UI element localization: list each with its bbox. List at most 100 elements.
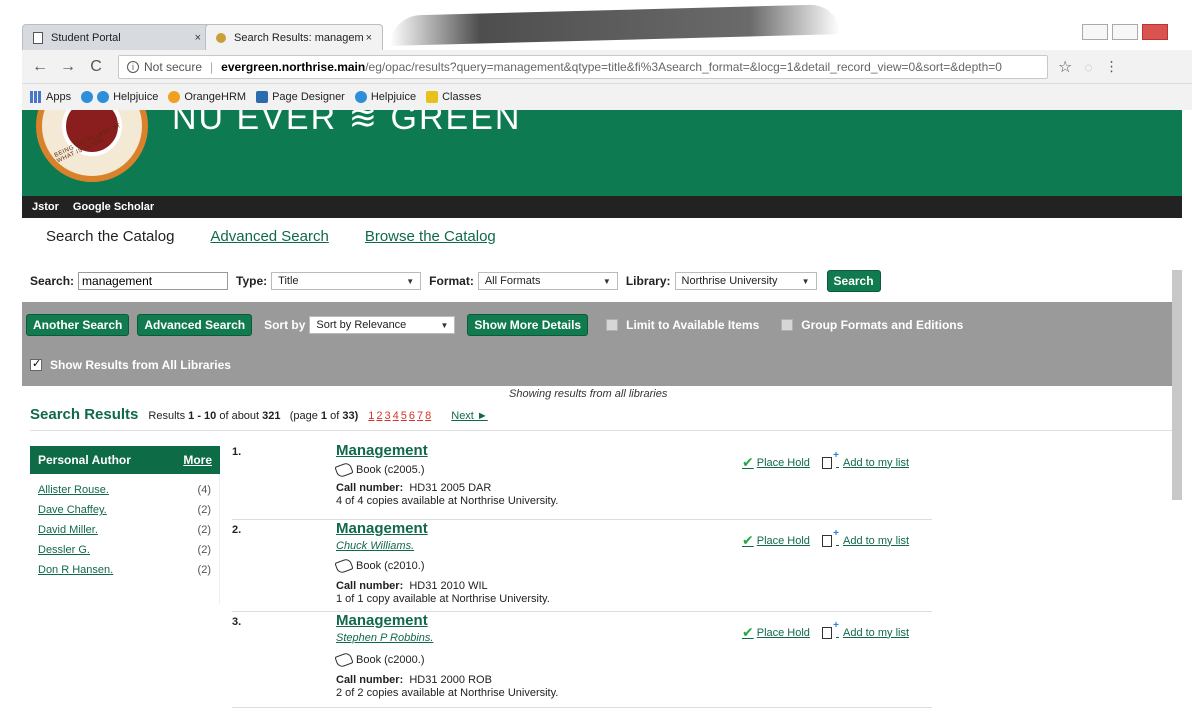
url-input[interactable]: i Not secure | evergreen.northrise.main … [118,54,1048,79]
add-to-list-link[interactable]: Add to my list [821,450,909,469]
facet-item[interactable]: Allister Rouse. (4) [30,480,219,500]
close-icon[interactable]: × [195,32,201,44]
results-header: Search Results Results 1 - 10 of about 3… [30,406,488,423]
result-author-link[interactable]: Chuck Williams. [336,540,414,552]
info-icon[interactable]: i [127,60,139,73]
library-select-value: Northrise University [681,275,778,287]
result-item: 3. Management Stephen P Robbins. Book (c… [232,612,932,708]
results-toolbar: Another Search Advanced Search Sort by S… [22,302,1182,386]
close-icon[interactable]: × [366,32,372,44]
page-link[interactable]: 7 [417,410,423,422]
book-icon [334,461,354,479]
page-link[interactable]: 3 [385,410,391,422]
window-close-button[interactable] [1142,24,1168,40]
next-page-link[interactable]: Next ► [451,410,488,422]
place-hold-label: Place Hold [756,534,810,547]
sort-select[interactable]: Sort by Relevance ▼ [309,316,456,334]
search-input[interactable] [78,272,229,290]
place-hold-link[interactable]: ✔ Place Hold [742,624,810,641]
result-title-link[interactable]: Management [336,442,428,459]
add-to-list-link[interactable]: Add to my list [821,620,909,639]
forward-icon[interactable]: → [58,58,78,76]
facet-item-name[interactable]: Don R Hansen. [38,564,113,576]
facet-item[interactable]: Dessler G. (2) [30,540,219,560]
result-title-link[interactable]: Management [336,520,428,537]
tab-student-portal[interactable]: Student Portal × [22,24,212,50]
page-link[interactable]: 2 [376,410,382,422]
type-label: Type: [236,274,268,288]
orangehrm-icon [168,91,181,103]
minimize-button[interactable] [1082,24,1108,40]
facet-item-count: (2) [197,504,211,516]
facet-item-count: (2) [197,564,211,576]
advanced-search-button[interactable]: Advanced Search [137,314,253,336]
dropdown-arrow-icon: ▼ [440,320,449,330]
bookmark-page-designer[interactable]: Page Designer [256,91,345,103]
book-icon [334,651,354,669]
quick-links-bar: Jstor Google Scholar [22,196,1182,218]
facet-item[interactable]: David Miller. (2) [30,520,219,540]
summary-page-text: (page [289,410,318,422]
facet-item-name[interactable]: Allister Rouse. [38,484,109,496]
tab-search-results[interactable]: Search Results: managem × [205,24,383,50]
link-google-scholar[interactable]: Google Scholar [73,201,154,213]
site-header: BEING EXCELLENT AT WHAT IS GOOD NU EVER … [22,110,1182,196]
add-to-list-icon [821,528,839,547]
apps-grid-icon [30,91,42,103]
show-more-details-button[interactable]: Show More Details [467,314,589,336]
another-search-button[interactable]: Another Search [26,314,130,336]
bookmark-label: OrangeHRM [184,91,247,103]
result-format: Book (c2000.) [334,651,424,669]
facet-item-name[interactable]: Dave Chaffey. [38,504,107,516]
summary-range: 1 - 10 [188,410,217,422]
bookmark-label: Helpjuice [113,91,159,103]
page-link[interactable]: 4 [393,410,399,422]
university-logo[interactable]: BEING EXCELLENT AT WHAT IS GOOD [36,110,148,182]
link-jstor[interactable]: Jstor [32,201,59,213]
page-scrollbar[interactable] [1172,270,1182,500]
add-to-list-link[interactable]: Add to my list [821,528,909,547]
page-link[interactable]: 6 [409,410,415,422]
facet-item-name[interactable]: Dessler G. [38,544,90,556]
summary-page: 1 [320,410,328,422]
tab-browse-catalog[interactable]: Browse the Catalog [365,228,496,245]
format-select[interactable]: All Formats ▼ [477,272,618,290]
reload-icon[interactable]: C [86,58,106,76]
back-icon[interactable]: ← [30,58,50,76]
page-link[interactable]: 5 [401,410,407,422]
limit-available-checkbox[interactable] [606,319,619,331]
result-title-link[interactable]: Management [336,612,428,629]
page-link[interactable]: 8 [425,410,431,422]
facet-item[interactable]: Don R Hansen. (2) [30,560,219,580]
bookmark-classes[interactable]: Classes [426,91,481,103]
facet-item[interactable]: Dave Chaffey. (2) [30,500,219,520]
place-hold-link[interactable]: ✔ Place Hold [742,454,810,471]
check-icon: ✔ [742,532,754,548]
extension-icon[interactable]: ◌ [1084,59,1092,75]
sort-select-value: Sort by Relevance [316,319,407,331]
maximize-button[interactable] [1112,24,1138,40]
menu-icon[interactable]: ⋮ [1105,58,1119,75]
limit-available-label: Limit to Available Items [626,318,760,332]
result-copies: 1 of 1 copy available at Northrise Unive… [336,593,550,605]
page-link[interactable]: 1 [368,410,374,422]
sort-label: Sort by [264,318,306,332]
bookmark-orangehrm[interactable]: OrangeHRM [168,91,246,103]
bookmark-apps[interactable]: Apps [30,91,71,103]
facet-more-link[interactable]: More [183,453,212,467]
library-select[interactable]: Northrise University ▼ [674,272,817,290]
place-hold-link[interactable]: ✔ Place Hold [742,532,810,549]
group-formats-checkbox[interactable] [781,319,794,331]
search-button[interactable]: Search [826,270,881,292]
type-select[interactable]: Title ▼ [271,272,422,290]
bookmark-helpjuice[interactable]: Helpjuice [81,91,158,103]
summary-prefix: Results [148,410,186,422]
tab-search-catalog[interactable]: Search the Catalog [46,228,174,245]
tab-advanced-search[interactable]: Advanced Search [210,228,328,245]
facet-item-name[interactable]: David Miller. [38,524,98,536]
bookmark-helpjuice-2[interactable]: Helpjuice [354,91,416,103]
bookmark-star-icon[interactable]: ☆ [1058,57,1072,77]
classes-icon [426,91,439,103]
show-all-libraries-checkbox[interactable] [30,357,42,371]
result-author-link[interactable]: Stephen P Robbins. [336,632,433,644]
